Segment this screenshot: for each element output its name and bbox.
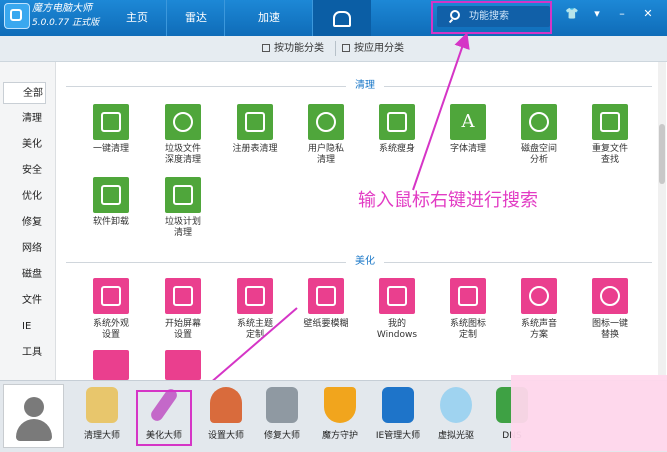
corner-overlay: [511, 375, 667, 451]
disc-icon: [440, 387, 472, 423]
dock-virtual-drive[interactable]: 虚拟光驱: [424, 385, 488, 448]
wrench-icon: [266, 387, 298, 423]
shield-icon: [324, 387, 356, 423]
dock-label: 魔方守护: [321, 431, 358, 441]
dock-label: 清理大师: [83, 431, 120, 441]
dock-clean-master[interactable]: 清理大师: [70, 385, 134, 448]
rocket-icon: [210, 387, 242, 423]
avatar-head-icon: [24, 397, 44, 417]
dock-guard[interactable]: 魔方守护: [308, 385, 372, 448]
dock-label: 设置大师: [207, 431, 244, 441]
broom-icon: [86, 387, 118, 423]
ie-icon: [382, 387, 414, 423]
dock-label: 虚拟光驱: [437, 431, 474, 441]
dock-highlight-frame: [136, 390, 192, 446]
arrow-to-search: [412, 32, 470, 191]
dock-repair-master[interactable]: 修复大师: [250, 385, 314, 448]
avatar-body-icon: [16, 419, 52, 441]
dock-ie-master[interactable]: IE管理大师: [366, 385, 430, 448]
dock-label: 修复大师: [263, 431, 300, 441]
dock-settings-master[interactable]: 设置大师: [194, 385, 258, 448]
avatar[interactable]: [3, 384, 64, 448]
dock-label: IE管理大师: [375, 431, 421, 441]
